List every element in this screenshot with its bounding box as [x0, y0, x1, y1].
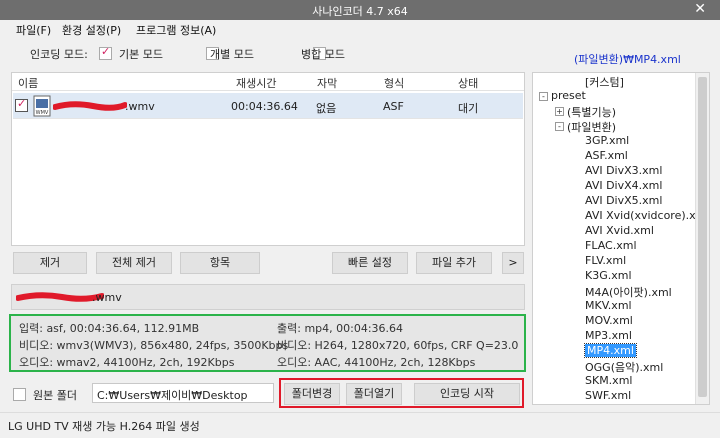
merge-mode-label: 병합 모드	[301, 48, 345, 61]
basic-mode-checkbox[interactable]	[99, 45, 112, 60]
column-name[interactable]: 이름	[18, 75, 38, 91]
status-text: LG UHD TV 재생 가능 H.264 파일 생성	[8, 420, 200, 433]
tree-item[interactable]: preset	[551, 89, 586, 102]
tree-item[interactable]: MP4.xml	[584, 343, 637, 358]
tree-item[interactable]: AVI DivX3.xml	[585, 164, 662, 177]
tree-toggle-icon[interactable]: -	[555, 122, 564, 131]
tree-item[interactable]: SWF.xml	[585, 389, 631, 402]
title-bar: 사나인코더 4.7 x64 ✕	[0, 0, 720, 20]
tree-item[interactable]: (파일변환)	[567, 119, 616, 135]
tree-item[interactable]: SKM.xml	[585, 374, 632, 387]
column-format[interactable]: 형식	[384, 75, 404, 91]
tree-item[interactable]: OGG(음악).xml	[585, 359, 663, 375]
row-checkbox[interactable]	[15, 97, 28, 112]
tree-item[interactable]: K3G.xml	[585, 269, 632, 282]
media-info-panel: 입력: asf, 00:04:36.64, 112.91MB 비디오: wmv3…	[9, 314, 526, 372]
tree-item[interactable]: 3GP.xml	[585, 134, 629, 147]
selected-filename: .wmv	[92, 291, 122, 304]
output-video-info: 비디오: H264, 1280x720, 60fps, CRF Q=23.0	[277, 339, 519, 352]
tree-item[interactable]: (특별기능)	[567, 104, 616, 120]
original-folder-label: 원본 폴더	[33, 389, 77, 402]
tree-toggle-icon[interactable]: -	[539, 92, 548, 101]
tree-item[interactable]: AVI Xvid.xml	[585, 224, 654, 237]
output-info: 출력: mp4, 00:04:36.64	[277, 322, 404, 335]
column-subtitle[interactable]: 자막	[317, 75, 337, 91]
input-info: 입력: asf, 00:04:36.64, 112.91MB	[19, 322, 200, 335]
menu-file[interactable]: 파일(F)	[16, 22, 51, 38]
redacted-selected-name	[16, 292, 104, 302]
tree-item[interactable]: FLV.xml	[585, 254, 626, 267]
menu-bar: 파일(F) 환경 설정(P) 프로그램 정보(A)	[0, 20, 720, 38]
tree-item[interactable]: M4A(아이팟).xml	[585, 284, 672, 300]
tree-item[interactable]: AVI DivX5.xml	[585, 194, 662, 207]
row-duration: 00:04:36.64	[231, 100, 298, 113]
more-button[interactable]: >	[502, 252, 524, 274]
preset-tree[interactable]: [커스텀] - preset + (특별기능) - (파일변환) 3GP.xml ASF.xml…	[532, 72, 710, 405]
tree-item[interactable]: [커스텀]	[585, 74, 624, 90]
remove-button[interactable]: 제거	[13, 252, 87, 274]
redacted-filename	[53, 101, 127, 111]
add-file-button[interactable]: 파일 추가	[416, 252, 492, 274]
input-video-info: 비디오: wmv3(WMV3), 856x480, 24fps, 3500Kbp…	[19, 339, 289, 352]
row-format: ASF	[383, 100, 404, 113]
output-path-field[interactable]: C:₩Users₩제이비₩Desktop	[92, 383, 274, 403]
menu-settings[interactable]: 환경 설정(P)	[62, 22, 121, 38]
tree-item[interactable]: FLAC.xml	[585, 239, 637, 252]
highlight-box	[279, 378, 524, 408]
column-status[interactable]: 상태	[458, 75, 478, 91]
basic-mode-label: 기본 모드	[119, 48, 163, 61]
tree-scrollbar[interactable]	[695, 73, 709, 404]
tree-item[interactable]: AVI Xvid(xvidcore).xml	[585, 209, 709, 222]
window-title: 사나인코더 4.7 x64	[312, 5, 408, 18]
column-duration[interactable]: 재생시간	[236, 75, 276, 91]
file-list-header: 이름 재생시간 자막 형식 상태	[12, 73, 524, 91]
row-subtitle: 없음	[316, 102, 337, 115]
quick-settings-button[interactable]: 빠른 설정	[332, 252, 408, 274]
table-row[interactable]: WMV .wmv 00:04:36.64 없음 ASF 대기	[13, 93, 523, 119]
tree-item[interactable]: MP3.xml	[585, 329, 632, 342]
tree-item[interactable]: MKV.xml	[585, 299, 632, 312]
row-status: 대기	[458, 102, 479, 115]
status-bar: LG UHD TV 재생 가능 H.264 파일 생성	[0, 412, 720, 438]
file-list[interactable]: 이름 재생시간 자막 형식 상태 WMV .wmv 00:04:36.64 없음…	[11, 72, 525, 246]
current-preset-label: (파일변환)₩MP4.xml	[574, 53, 681, 66]
encoding-mode-bar: 인코딩 모드: 기본 모드 개별 모드 병합 모드 (파일변환)₩MP4.xml	[0, 40, 720, 68]
encoding-mode-label: 인코딩 모드:	[30, 48, 88, 61]
input-audio-info: 오디오: wmav2, 44100Hz, 2ch, 192Kbps	[19, 356, 235, 369]
output-audio-info: 오디오: AAC, 44100Hz, 2ch, 128Kbps	[277, 356, 476, 369]
wmv-file-icon: WMV	[33, 95, 51, 117]
tree-item[interactable]: AVI DivX4.xml	[585, 179, 662, 192]
individual-mode-label: 개별 모드	[210, 48, 254, 61]
tree-item[interactable]: MOV.xml	[585, 314, 633, 327]
original-folder-checkbox[interactable]	[13, 387, 26, 401]
row-filename: .wmv	[125, 100, 155, 113]
tree-toggle-icon[interactable]: +	[555, 107, 564, 116]
close-icon[interactable]: ✕	[694, 1, 706, 17]
svg-text:WMV: WMV	[36, 110, 49, 116]
tree-item[interactable]: ASF.xml	[585, 149, 628, 162]
item-button[interactable]: 항목	[180, 252, 260, 274]
menu-about[interactable]: 프로그램 정보(A)	[136, 22, 216, 38]
remove-all-button[interactable]: 전체 제거	[96, 252, 172, 274]
tree-scroll-thumb[interactable]	[698, 77, 707, 397]
selected-file-panel: .wmv	[11, 284, 525, 310]
